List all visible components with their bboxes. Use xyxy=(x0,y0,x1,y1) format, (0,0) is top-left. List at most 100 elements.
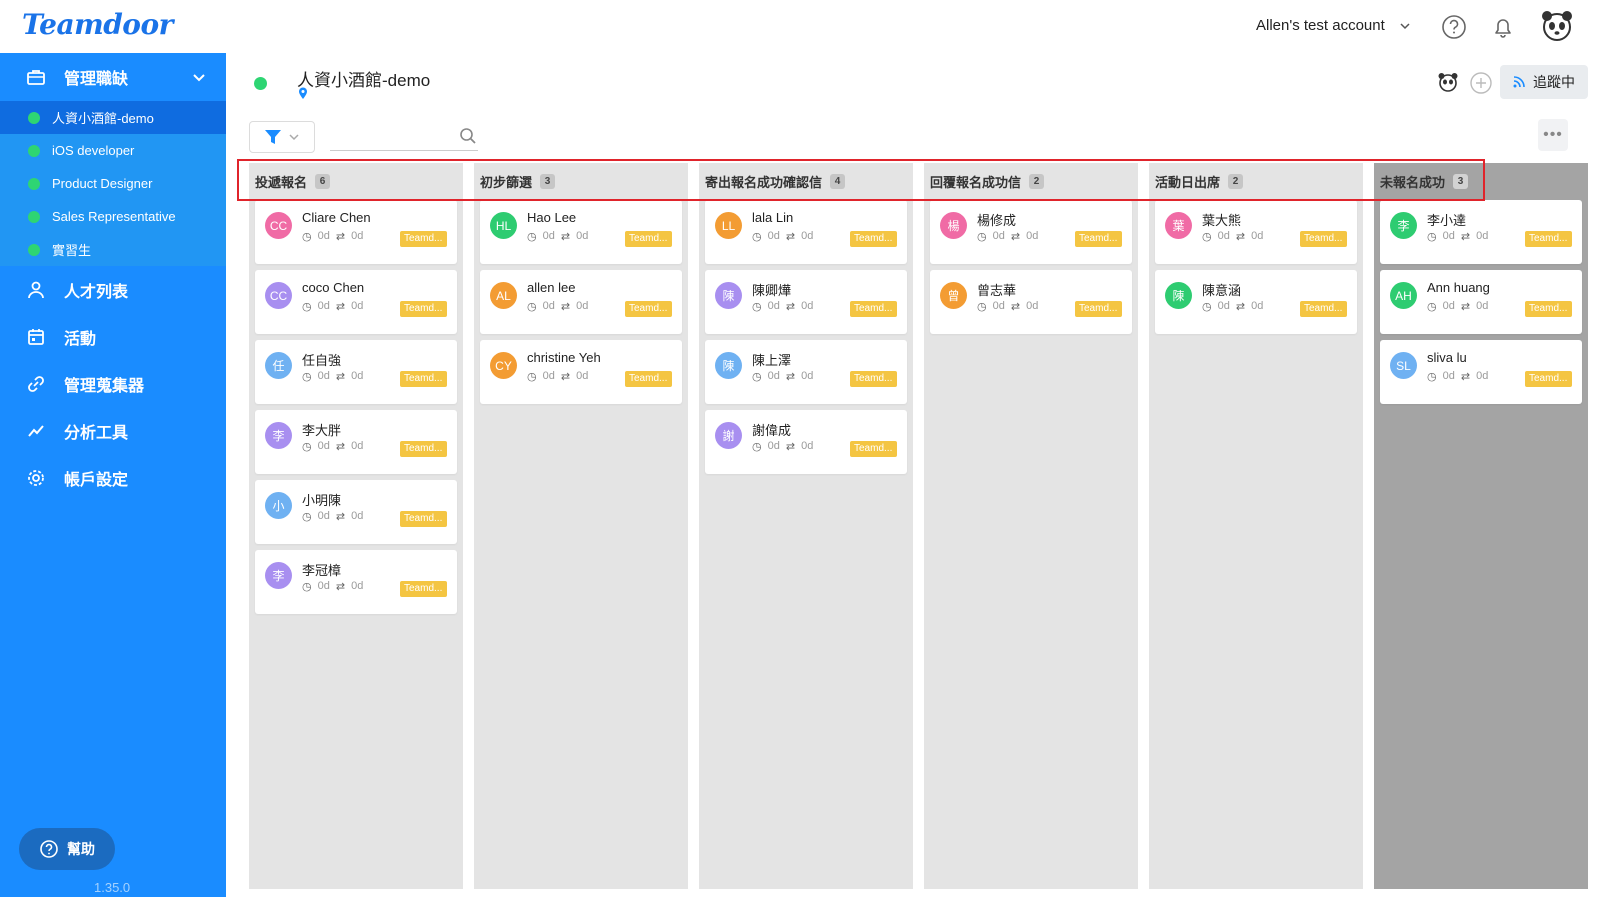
source-tag: Teamd... xyxy=(1075,231,1122,247)
days-in-stage: 0d xyxy=(1217,300,1230,312)
candidate-card[interactable]: 李李大胖 ◷ 0d ⇄ 0d Teamd... xyxy=(255,410,457,474)
page-title: 人資小酒館-demo xyxy=(297,71,431,90)
transfer-icon: ⇄ xyxy=(335,441,346,453)
candidate-card[interactable]: 陳陳卿燁 ◷ 0d ⇄ 0d Teamd... xyxy=(705,270,907,334)
candidate-name: 陳卿燁 xyxy=(752,283,792,298)
nav-label: 分析工具 xyxy=(64,424,129,442)
candidate-name: coco Chen xyxy=(302,280,365,295)
clock-icon: ◷ xyxy=(977,231,987,243)
days-in-stage: 0d xyxy=(317,440,330,452)
help-icon[interactable] xyxy=(1441,14,1467,40)
transfer-icon: ⇄ xyxy=(335,511,346,523)
column-header[interactable]: 未報名成功 3 xyxy=(1374,163,1588,199)
job-label: Product Designer xyxy=(52,176,153,191)
candidate-name: 陳上澤 xyxy=(752,353,792,368)
avatar: 李 xyxy=(265,562,292,589)
candidate-card[interactable]: 小小明陳 ◷ 0d ⇄ 0d Teamd... xyxy=(255,480,457,544)
candidate-card[interactable]: AL allen lee ◷ 0d ⇄ 0d Teamd... xyxy=(480,270,682,334)
candidate-card[interactable]: CC Cliare Chen ◷ 0d ⇄ 0d Teamd... xyxy=(255,200,457,264)
search-input[interactable] xyxy=(330,124,478,151)
account-switcher[interactable]: Allen's test account xyxy=(1256,17,1411,34)
bell-icon[interactable] xyxy=(1490,14,1516,40)
add-circle-icon[interactable] xyxy=(1469,71,1493,95)
clock-icon: ◷ xyxy=(752,231,762,243)
candidate-card[interactable]: HL Hao Lee ◷ 0d ⇄ 0d Teamd... xyxy=(480,200,682,264)
clock-icon: ◷ xyxy=(752,441,762,453)
candidate-card[interactable]: CY christine Yeh ◷ 0d ⇄ 0d Teamd... xyxy=(480,340,682,404)
candidate-card[interactable]: 陳陳意涵 ◷ 0d ⇄ 0d Teamd... xyxy=(1155,270,1357,334)
sidebar-job-item[interactable]: Sales Representative xyxy=(0,200,226,233)
status-dot xyxy=(28,145,40,157)
candidate-name: Ann huang xyxy=(1427,280,1490,295)
sidebar-job-item[interactable]: 實習生 xyxy=(0,233,226,266)
days-in-stage: 0d xyxy=(1442,370,1455,382)
transfer-icon: ⇄ xyxy=(785,231,796,243)
moves-count: 0d xyxy=(351,580,364,592)
days-in-stage: 0d xyxy=(542,230,555,242)
transfer-icon: ⇄ xyxy=(1460,231,1471,243)
source-tag: Teamd... xyxy=(625,231,672,247)
avatar: HL xyxy=(490,212,517,239)
nav-label: 帳戶設定 xyxy=(64,471,129,489)
location-pin-icon[interactable] xyxy=(298,87,308,100)
candidate-card[interactable]: 陳陳上澤 ◷ 0d ⇄ 0d Teamd... xyxy=(705,340,907,404)
user-avatar-panda-icon[interactable] xyxy=(1540,9,1574,43)
more-options-button[interactable]: ••• xyxy=(1538,119,1568,151)
card-meta: ◷ 0d ⇄ 0d xyxy=(527,370,588,383)
column-title: 初步篩選 xyxy=(480,174,533,190)
rss-icon xyxy=(1513,76,1525,88)
source-tag: Teamd... xyxy=(1075,301,1122,317)
filter-button[interactable] xyxy=(249,121,315,153)
pipeline-column: 未報名成功 3 李李小達 ◷ 0d ⇄ 0d Teamd... AH Ann huang ◷ 0d ⇄ 0… xyxy=(1374,163,1588,889)
pipeline-column: 投遞報名 6 CC Cliare Chen ◷ 0d ⇄ 0d Teamd... CC coco C… xyxy=(249,163,463,889)
column-title: 未報名成功 xyxy=(1380,174,1446,190)
candidate-card[interactable]: AH Ann huang ◷ 0d ⇄ 0d Teamd... xyxy=(1380,270,1582,334)
card-meta: ◷ 0d ⇄ 0d xyxy=(1427,230,1488,243)
teamdoor-logo[interactable]: Teamdoor xyxy=(22,8,173,41)
moves-count: 0d xyxy=(576,230,589,242)
column-header[interactable]: 活動日出席 2 xyxy=(1149,163,1363,199)
column-count-badge: 6 xyxy=(315,173,331,189)
candidate-card[interactable]: SL sliva lu ◷ 0d ⇄ 0d Teamd... xyxy=(1380,340,1582,404)
pipeline-column: 寄出報名成功確認信 4 LL lala Lin ◷ 0d ⇄ 0d Teamd... 陳陳卿燁 ◷ 0… xyxy=(699,163,913,889)
candidate-card[interactable]: 曾曾志華 ◷ 0d ⇄ 0d Teamd... xyxy=(930,270,1132,334)
help-button[interactable]: 幫助 xyxy=(19,828,115,870)
briefcase-icon xyxy=(27,70,45,85)
candidate-card[interactable]: 李李冠樟 ◷ 0d ⇄ 0d Teamd... xyxy=(255,550,457,614)
sidebar-item-analytics[interactable]: 分析工具 xyxy=(0,407,226,454)
sidebar-job-item[interactable]: Product Designer xyxy=(0,167,226,200)
candidate-card[interactable]: 楊楊修成 ◷ 0d ⇄ 0d Teamd... xyxy=(930,200,1132,264)
search-icon[interactable] xyxy=(459,127,477,145)
sidebar-manage-jobs[interactable]: 管理職缺 xyxy=(0,53,226,101)
source-tag: Teamd... xyxy=(400,511,447,527)
candidate-card[interactable]: CC coco Chen ◷ 0d ⇄ 0d Teamd... xyxy=(255,270,457,334)
card-meta: ◷ 0d ⇄ 0d xyxy=(1427,370,1488,383)
candidate-card[interactable]: 任任自強 ◷ 0d ⇄ 0d Teamd... xyxy=(255,340,457,404)
card-meta: ◷ 0d ⇄ 0d xyxy=(527,300,588,313)
column-count-badge: 2 xyxy=(1029,173,1045,189)
sidebar-item-collectors[interactable]: 管理蒐集器 xyxy=(0,360,226,407)
avatar: 李 xyxy=(265,422,292,449)
avatar: AH xyxy=(1390,282,1417,309)
candidate-card[interactable]: LL lala Lin ◷ 0d ⇄ 0d Teamd... xyxy=(705,200,907,264)
column-header[interactable]: 回覆報名成功信 2 xyxy=(924,163,1138,199)
transfer-icon: ⇄ xyxy=(335,301,346,313)
transfer-icon: ⇄ xyxy=(560,231,571,243)
status-dot xyxy=(28,211,40,223)
panda-icon[interactable] xyxy=(1437,71,1459,93)
column-header[interactable]: 初步篩選 3 xyxy=(474,163,688,199)
column-header[interactable]: 寄出報名成功確認信 4 xyxy=(699,163,913,199)
sidebar-job-item[interactable]: iOS developer xyxy=(0,134,226,167)
tracking-button[interactable]: 追蹤中 xyxy=(1500,65,1588,99)
sidebar-item-events[interactable]: 活動 xyxy=(0,313,226,360)
candidate-card[interactable]: 李李小達 ◷ 0d ⇄ 0d Teamd... xyxy=(1380,200,1582,264)
sidebar-item-talent-list[interactable]: 人才列表 xyxy=(0,266,226,313)
candidate-card[interactable]: 葉葉大熊 ◷ 0d ⇄ 0d Teamd... xyxy=(1155,200,1357,264)
sidebar-item-account-settings[interactable]: 帳戶設定 xyxy=(0,454,226,501)
sidebar-job-item[interactable]: 人資小酒館-demo xyxy=(0,101,226,134)
days-in-stage: 0d xyxy=(767,230,780,242)
source-tag: Teamd... xyxy=(1525,371,1572,387)
candidate-card[interactable]: 謝謝偉成 ◷ 0d ⇄ 0d Teamd... xyxy=(705,410,907,474)
pipeline-column: 回覆報名成功信 2 楊楊修成 ◷ 0d ⇄ 0d Teamd... 曾曾志華 ◷ 0d ⇄ 0d Team… xyxy=(924,163,1138,889)
column-header[interactable]: 投遞報名 6 xyxy=(249,163,463,199)
